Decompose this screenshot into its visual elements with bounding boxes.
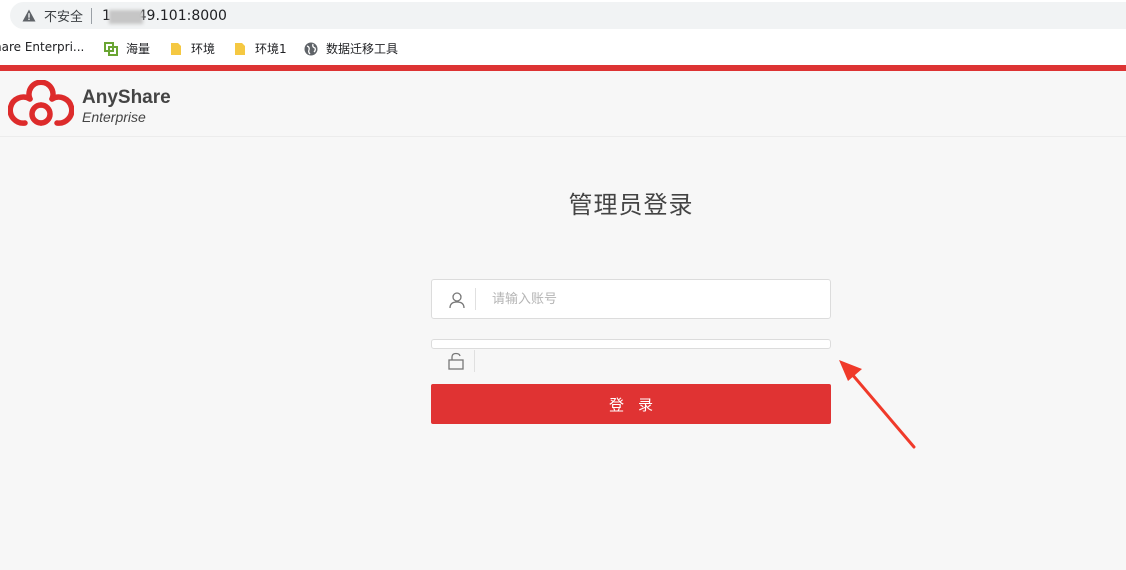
password-input[interactable] <box>492 340 822 348</box>
security-status[interactable]: 不安全 <box>44 6 83 25</box>
brand-subtitle: Enterprise <box>82 109 146 125</box>
bookmark-anyshare[interactable]: hare Enterpri... <box>0 40 84 54</box>
omnibox[interactable]: 不安全 1 49.101:8000 <box>10 2 1126 29</box>
bookmark-label: 环境1 <box>255 42 287 56</box>
address-divider <box>91 7 93 24</box>
vmware-icon <box>103 41 119 57</box>
bookmark-label: 海量 <box>126 42 151 56</box>
field-divider <box>474 350 475 372</box>
folder-icon <box>232 41 248 57</box>
anyshare-logo-icon <box>8 80 74 126</box>
lock-icon <box>448 352 464 370</box>
bookmark-label: 数据迁移工具 <box>326 42 399 56</box>
page-title: 管理员登录 <box>568 191 694 219</box>
browser-address-bar: 不安全 1 49.101:8000 <box>0 0 1126 31</box>
username-field[interactable] <box>431 279 831 319</box>
password-field[interactable] <box>431 339 831 349</box>
bookmark-huanjing1[interactable]: 环境1 <box>232 40 287 57</box>
globe-icon <box>303 41 319 57</box>
url-redaction <box>109 9 144 24</box>
bookmark-huanjing[interactable]: 环境 <box>168 40 215 57</box>
folder-icon <box>168 41 184 57</box>
login-button[interactable]: 登录 <box>431 384 831 424</box>
bookmark-data-migration[interactable]: 数据迁移工具 <box>303 40 398 57</box>
warning-icon[interactable] <box>22 9 36 23</box>
field-divider <box>475 288 476 310</box>
bookmark-label: hare Enterpri... <box>0 40 85 54</box>
bookmarks-bar: hare Enterpri... 海量 环境 环境1 数据迁移工具 <box>0 31 1126 65</box>
annotation-arrow <box>839 360 916 449</box>
brand-name: AnyShare <box>82 87 171 108</box>
bookmark-hailiang[interactable]: 海量 <box>103 40 150 57</box>
bookmark-label: 环境 <box>191 42 216 56</box>
url-text[interactable]: 1 49.101:8000 <box>102 8 227 24</box>
username-input[interactable] <box>492 280 822 318</box>
page-header: AnyShare Enterprise <box>0 71 1126 137</box>
user-icon <box>449 292 465 309</box>
